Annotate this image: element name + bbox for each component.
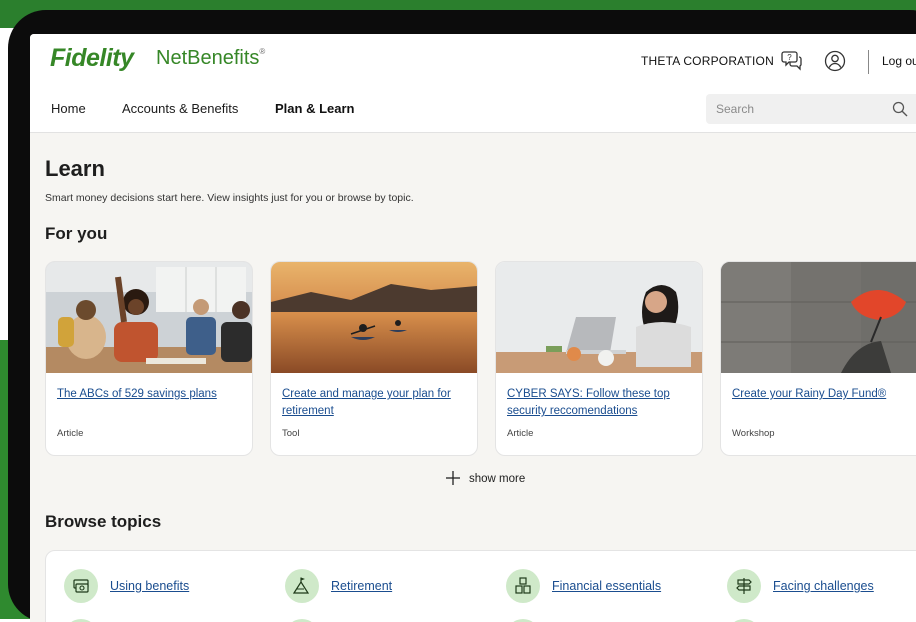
blocks-icon: [515, 577, 531, 594]
classroom-photo: [46, 262, 252, 373]
card-title-link[interactable]: The ABCs of 529 savings plans: [57, 386, 243, 403]
top-bar: Fidelity NetBenefits® THETA CORPORATION …: [30, 34, 916, 86]
search-box[interactable]: Search: [706, 94, 916, 124]
card-title-link[interactable]: Create your Rainy Day Fund®: [732, 386, 916, 403]
search-icon[interactable]: [892, 101, 908, 117]
logout-link[interactable]: Log out: [882, 54, 916, 68]
card-type: Tool: [282, 428, 300, 439]
card-title-link[interactable]: CYBER SAYS: Follow these top security re…: [507, 386, 693, 420]
search-placeholder[interactable]: Search: [716, 102, 754, 116]
content-card[interactable]: Create and manage your plan for retireme…: [270, 261, 478, 456]
topic-icon-circle: [64, 569, 98, 603]
topic-label[interactable]: Facing challenges: [773, 579, 874, 593]
topic-financial-essentials[interactable]: Financial essentials: [506, 569, 716, 603]
money-bills-icon: [73, 579, 89, 593]
content-card[interactable]: Create your Rainy Day Fund® Workshop: [720, 261, 916, 456]
laptop-woman-photo: [496, 262, 702, 373]
nav-plan-learn[interactable]: Plan & Learn: [275, 101, 354, 116]
show-more-label[interactable]: show more: [469, 473, 525, 485]
screen: Fidelity NetBenefits® THETA CORPORATION …: [30, 34, 916, 622]
card-title-link[interactable]: Create and manage your plan for retireme…: [282, 386, 468, 420]
nav-accounts-benefits[interactable]: Accounts & Benefits: [122, 101, 238, 116]
red-umbrella-photo: [721, 262, 916, 373]
for-you-heading: For you: [45, 224, 108, 243]
netbenefits-logo-text: NetBenefits: [156, 47, 260, 69]
topic-label[interactable]: Financial essentials: [552, 579, 661, 593]
topic-icon-circle: [506, 569, 540, 603]
company-name: THETA CORPORATION: [641, 54, 774, 68]
signpost-icon: [736, 578, 752, 594]
page-subtitle: Smart money decisions start here. View i…: [45, 192, 414, 204]
card-type: Workshop: [732, 428, 775, 439]
topics-panel: Using benefits Retirement Financial esse…: [45, 550, 916, 622]
topic-label[interactable]: Using benefits: [110, 579, 189, 593]
fidelity-logo[interactable]: Fidelity: [50, 44, 134, 73]
svg-text:?: ?: [787, 53, 792, 62]
page-title: Learn: [45, 156, 105, 181]
card-type: Article: [57, 428, 84, 439]
content-card[interactable]: CYBER SAYS: Follow these top security re…: [495, 261, 703, 456]
topic-label[interactable]: Retirement: [331, 579, 392, 593]
content-card[interactable]: The ABCs of 529 savings plans Article: [45, 261, 253, 456]
kayak-sunset-photo: [271, 262, 477, 373]
topic-retirement[interactable]: Retirement: [285, 569, 485, 603]
registered-mark: ®: [259, 47, 266, 56]
nav-home[interactable]: Home: [51, 101, 86, 116]
chat-help-icon[interactable]: ?: [781, 49, 803, 71]
main-nav: Home Accounts & Benefits Plan & Learn Se…: [30, 86, 916, 133]
mountain-flag-icon: [292, 577, 310, 594]
topic-icon-circle: [285, 569, 319, 603]
plus-icon: [446, 471, 460, 485]
device-frame: Fidelity NetBenefits® THETA CORPORATION …: [8, 10, 916, 622]
card-type: Article: [507, 428, 534, 439]
netbenefits-logo[interactable]: NetBenefits®: [156, 47, 265, 70]
user-profile-icon[interactable]: [824, 50, 846, 72]
header-divider: [868, 50, 869, 74]
browse-topics-heading: Browse topics: [45, 512, 162, 531]
topic-facing-challenges[interactable]: Facing challenges: [727, 569, 916, 603]
topic-using-benefits[interactable]: Using benefits: [64, 569, 264, 603]
topic-icon-circle: [727, 569, 761, 603]
